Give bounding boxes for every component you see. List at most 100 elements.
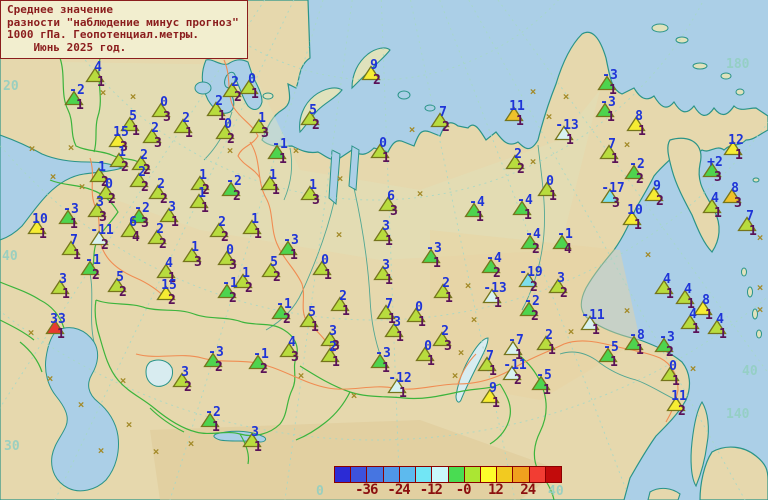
station-count: 1 <box>516 114 524 129</box>
station-count: 3 <box>734 196 742 211</box>
station-value: -2 <box>524 294 540 309</box>
station-count: 3 <box>390 204 398 219</box>
station-value: 2 <box>215 94 223 109</box>
station-value: 3 <box>59 272 67 287</box>
station-count: 1 <box>427 354 435 369</box>
station-count: 2 <box>159 237 167 252</box>
station-value: 2 <box>182 111 190 126</box>
no-data-station-mark: × <box>335 228 343 241</box>
no-data-station-mark: × <box>119 374 127 387</box>
station-count: 1 <box>494 296 502 311</box>
station-value: 0 <box>226 243 234 258</box>
station-value: 10 <box>627 203 643 218</box>
station-count: 2 <box>312 118 320 133</box>
station-value: 0 <box>546 174 554 189</box>
station-value: -3 <box>426 241 442 256</box>
station-value: 7 <box>486 349 494 364</box>
station-count: 2 <box>666 345 674 360</box>
scale-segment <box>416 467 433 482</box>
station-value: -2 <box>226 174 242 189</box>
station-value: 0 <box>160 95 168 110</box>
station-count: 1 <box>592 323 600 338</box>
station-count: 2 <box>517 162 525 177</box>
station-value: -3 <box>208 345 224 360</box>
station-value: 4 <box>165 256 173 271</box>
no-data-station-mark: × <box>623 304 631 317</box>
no-data-station-mark: × <box>644 248 652 261</box>
station-value: 5 <box>308 305 316 320</box>
station-value: 0 <box>224 117 232 132</box>
no-data-station-mark: × <box>28 142 36 155</box>
scale-tick-label: -36 <box>355 482 378 498</box>
station-value: 1 <box>98 160 106 175</box>
station-count: 1 <box>57 327 65 342</box>
station-count: 1 <box>132 124 140 139</box>
station-count: 1 <box>418 315 426 330</box>
station-count: 2 <box>184 380 192 395</box>
station-count: 1 <box>692 322 700 337</box>
station-value: -11 <box>503 358 527 373</box>
station-count: 1 <box>185 126 193 141</box>
station-count: 2 <box>531 309 539 324</box>
station-count: 1 <box>385 273 393 288</box>
station-value: 1 <box>258 111 266 126</box>
station-value: 2 <box>156 222 164 237</box>
station-value: -13 <box>483 281 507 296</box>
station-count: 1 <box>311 320 319 335</box>
station-value: -5 <box>536 368 552 383</box>
scale-segment <box>448 467 465 482</box>
station-value: 15 <box>161 278 177 293</box>
station-value: 3 <box>96 195 104 210</box>
station-count: 1 <box>385 234 393 249</box>
station-count: 2 <box>119 285 127 300</box>
scale-segment <box>480 467 498 482</box>
station-value: 0 <box>424 339 432 354</box>
title-line: Июнь 2025 год. <box>7 40 127 54</box>
station-value: 2 <box>231 75 239 90</box>
station-count: 1 <box>638 124 646 139</box>
station-value: 2 <box>339 289 347 304</box>
station-value: +2 <box>707 155 723 170</box>
station-count: 1 <box>76 98 84 113</box>
station-count: 3 <box>229 258 237 273</box>
station-count: 3 <box>261 126 269 141</box>
scale-segment <box>545 467 562 482</box>
scale-tick-label: -24 <box>387 482 410 498</box>
station-count: 1 <box>607 110 615 125</box>
no-data-station-mark: × <box>336 172 344 185</box>
station-count: 3 <box>291 350 299 365</box>
station-count: 1 <box>251 87 259 102</box>
station-count: 2 <box>229 291 237 306</box>
no-data-station-mark: × <box>464 279 472 292</box>
station-value: -4 <box>525 227 541 242</box>
station-count: 2 <box>493 266 501 281</box>
station-value: 2 <box>151 121 159 136</box>
station-value: 7 <box>70 233 78 248</box>
station-value: 5 <box>129 109 137 124</box>
station-value: 4 <box>711 191 719 206</box>
station-value: 2 <box>442 276 450 291</box>
no-data-station-mark: × <box>49 170 57 183</box>
station-value: 2 <box>157 177 165 192</box>
station-value: -3 <box>375 346 391 361</box>
station-value: -1 <box>85 253 101 268</box>
no-data-station-mark: × <box>529 85 537 98</box>
grid-label: 180 <box>726 57 750 72</box>
station-count: 2 <box>92 268 100 283</box>
color-scale: -36 -24 -12 -0 12 24 <box>334 466 562 499</box>
no-data-station-mark: × <box>623 138 631 151</box>
no-data-station-mark: × <box>78 180 86 193</box>
station-layer: 4 1 -2 1 0 3 2 2 0 1 2 1 2 1 0 2 5 1 15 3 2 3 1 2 2 2 1 2 2 2 0 2 2 2 1 2 1 1… <box>0 0 768 500</box>
station-count: 3 <box>312 193 320 208</box>
station-count: 1 <box>492 396 500 411</box>
station-value: 5 <box>309 103 317 118</box>
station-value: 0 <box>248 72 256 87</box>
station-count: 1 <box>70 217 78 232</box>
station-count: 1 <box>548 343 556 358</box>
no-data-station-mark: × <box>756 231 764 244</box>
station-value: 1 <box>269 168 277 183</box>
station-value: -1 <box>222 276 238 291</box>
station-value: 33 <box>50 312 66 327</box>
no-data-station-mark: × <box>67 141 75 154</box>
no-data-station-mark: × <box>457 346 465 359</box>
